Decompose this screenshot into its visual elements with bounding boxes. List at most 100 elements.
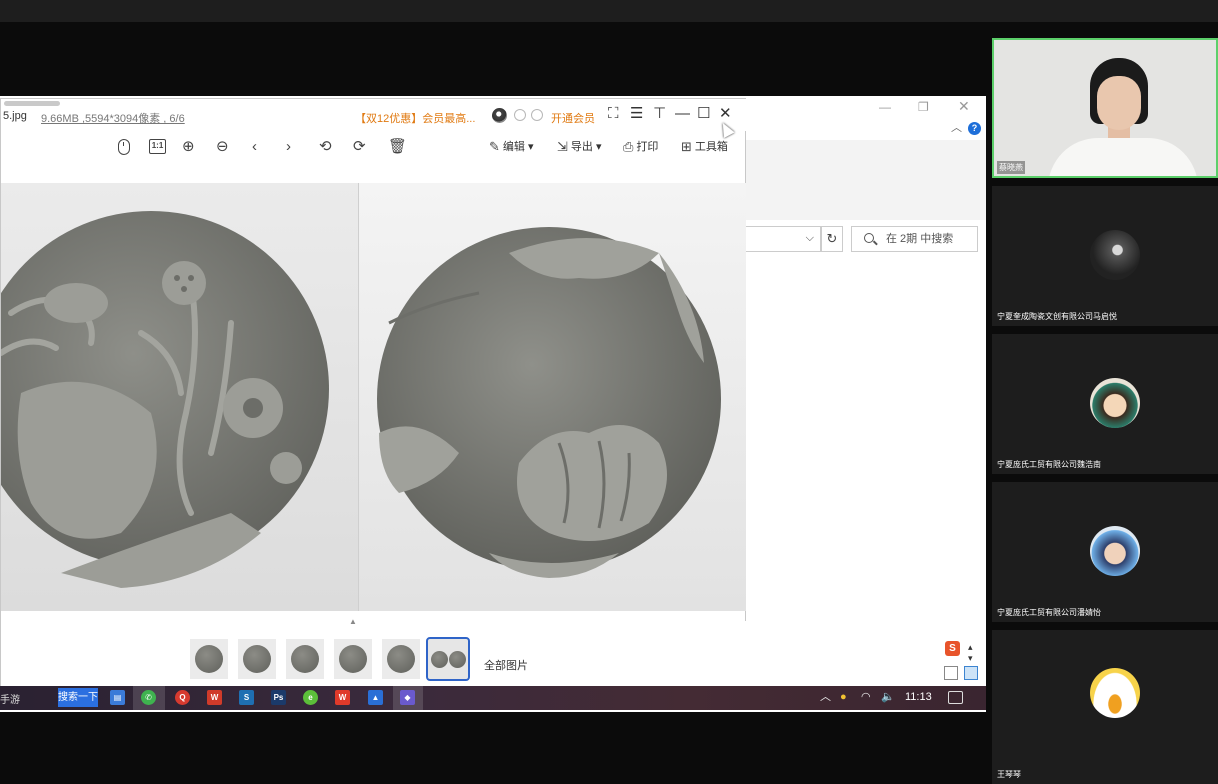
participant-name: 蔡晓燕 <box>997 161 1025 174</box>
close-icon[interactable]: ✕ <box>958 98 970 115</box>
participant-tile[interactable]: 宁夏庞氏工贸有限公司潘婧怡 <box>992 482 1218 622</box>
export-icon: ⇲ <box>557 139 568 154</box>
volume-icon[interactable]: 🔈 <box>881 690 895 705</box>
qq-app-icon[interactable]: Q <box>175 690 190 705</box>
clay-relief-lotus-plate <box>377 227 721 578</box>
network-icon[interactable]: ◠ <box>861 690 871 705</box>
participant-name: 王琴琴 <box>997 770 1021 779</box>
toolbox-button[interactable]: ⊞ 工具箱 <box>681 139 728 155</box>
large-icons-view-icon[interactable] <box>964 666 978 680</box>
avatar <box>1090 230 1140 280</box>
help-icon[interactable]: ? <box>968 122 981 135</box>
search-placeholder: 在 2期 中搜索 <box>886 233 954 245</box>
zoom-in-icon[interactable]: ⊕ <box>182 137 195 157</box>
user-avatar-icon[interactable] <box>492 108 507 123</box>
mouse-mode-icon[interactable] <box>118 139 130 155</box>
explorer-ribbon <box>746 140 986 220</box>
rotate-left-icon[interactable]: ⟲ <box>319 137 332 157</box>
participant-tile[interactable]: 宁夏奎成陶瓷文创有限公司马启悦 <box>992 186 1218 326</box>
thumbnail[interactable] <box>286 639 324 679</box>
edit-icon: ✎ <box>489 139 500 154</box>
restore-icon[interactable]: ❐ <box>918 100 929 114</box>
thumbnail[interactable] <box>334 639 372 679</box>
previous-icon[interactable]: ‹ <box>252 137 257 157</box>
start-label[interactable]: 手游 <box>0 691 20 706</box>
edit-button[interactable]: ✎ 编辑 ▾ <box>489 139 533 155</box>
participant-name: 宁夏庞氏工贸有限公司潘婧怡 <box>997 608 1101 617</box>
open-vip-link[interactable]: 开通会员 <box>551 110 595 126</box>
participant-tile[interactable]: 宁夏庞氏工贸有限公司魏浩南 <box>992 334 1218 474</box>
minimize-icon[interactable]: — <box>879 100 891 114</box>
photo-right-panel <box>359 183 746 611</box>
avatar <box>1090 378 1140 428</box>
delete-icon[interactable]: 🗑 <box>388 137 407 157</box>
collapse-strip-icon[interactable]: ▲ <box>349 617 357 626</box>
thumbnail-selected[interactable] <box>426 637 470 681</box>
promo-link[interactable]: 【双12优惠】会员最高... <box>355 110 475 126</box>
actual-size-button[interactable]: 1:1 <box>149 139 166 154</box>
viewer-toolbar: 1:1 ⊕ ⊖ ‹ › ⟲ ⟳ 🗑 ✎ 编辑 ▾ ⇲ 导出 ▾ ⎙ 打印 ⊞ 工具箱 <box>1 131 746 165</box>
refresh-button[interactable]: ↻ <box>821 226 843 252</box>
photo-canvas[interactable] <box>1 183 746 611</box>
participant-name: 宁夏庞氏工贸有限公司魏浩南 <box>997 460 1101 469</box>
photo-left-panel <box>1 183 358 611</box>
thumbnail[interactable] <box>190 639 228 679</box>
taskbar: 手游 搜索一下 ▤ ✆ Q W S Ps e W ▲ ◆ ︿ ● ◠ 🔈 11:… <box>0 686 986 710</box>
chevron-down-icon[interactable]: ⌵ <box>806 232 814 245</box>
thumbnail-strip: ▲ 全部图片 <box>1 617 746 688</box>
rotate-right-icon[interactable]: ⟳ <box>353 137 366 157</box>
participant-tile-active[interactable]: 蔡晓燕 <box>992 38 1218 178</box>
address-bar[interactable]: ⌵ <box>746 226 821 252</box>
print-icon: ⎙ <box>623 139 634 154</box>
photos-app-icon[interactable]: ▲ <box>368 690 383 705</box>
print-button[interactable]: ⎙ 打印 <box>623 139 658 155</box>
search-input[interactable]: 在 2期 中搜索 <box>851 226 978 252</box>
browser-app-icon[interactable]: e <box>303 690 318 705</box>
file-info[interactable]: 9.66MB ,5594*3094像素 , 6/6 <box>41 110 185 126</box>
tray-expand-icon[interactable]: ︿ <box>820 690 831 705</box>
photoshop-app-icon[interactable]: Ps <box>271 690 286 705</box>
menu-icon[interactable]: ☰ <box>630 105 643 123</box>
minimize-icon[interactable]: — <box>675 105 690 123</box>
export-button[interactable]: ⇲ 导出 ▾ <box>557 139 601 155</box>
participant-tile[interactable]: 王琴琴 <box>992 630 1218 784</box>
fullscreen-icon[interactable]: ⛶ <box>608 105 619 123</box>
sai-app-icon[interactable]: S <box>239 690 254 705</box>
toolbox-label: 工具箱 <box>694 141 728 153</box>
all-pictures-link[interactable]: 全部图片 <box>484 657 528 673</box>
badge-icon[interactable] <box>514 109 526 121</box>
file-explorer-window: — ❐ ✕ ︿ ? ⌵ ↻ 在 2期 中搜索 S ▴ ▾ <box>745 98 986 688</box>
photo-viewer-window: 5.jpg 9.66MB ,5594*3094像素 , 6/6 【双12优惠】会… <box>0 98 746 688</box>
view-toggle <box>944 664 984 682</box>
wps-office-app-icon[interactable]: W <box>335 690 350 705</box>
export-label: 导出 <box>570 141 593 153</box>
screen: — ❐ ✕ ︿ ? ⌵ ↻ 在 2期 中搜索 S ▴ ▾ 5.jpg 9.66MB… <box>0 0 1218 784</box>
chevron-up-icon[interactable]: ︿ <box>951 119 962 135</box>
thumbnail[interactable] <box>382 639 420 679</box>
ime-arrows-icon[interactable]: ▴ ▾ <box>968 642 973 664</box>
clay-relief-goldfish-lotus <box>1 211 329 588</box>
sogou-ime-icon[interactable]: S <box>945 641 960 656</box>
participant-name: 宁夏奎成陶瓷文创有限公司马启悦 <box>997 312 1117 321</box>
explorer-app-icon[interactable]: ▤ <box>110 690 125 705</box>
pin-icon[interactable]: ⊤ <box>653 105 666 123</box>
print-label: 打印 <box>636 141 659 153</box>
zoom-out-icon[interactable]: ⊖ <box>216 137 229 157</box>
search-button[interactable]: 搜索一下 <box>58 688 98 707</box>
wps-app-icon[interactable]: W <box>207 690 222 705</box>
thumbnail[interactable] <box>238 639 276 679</box>
search-icon <box>864 233 874 243</box>
badge-icon[interactable] <box>531 109 543 121</box>
notifications-icon[interactable] <box>948 691 963 704</box>
meeting-app-icon[interactable]: ◆ <box>400 690 415 705</box>
loading-bar <box>4 101 60 106</box>
wechat-app-icon[interactable]: ✆ <box>141 690 156 705</box>
toolbox-icon: ⊞ <box>681 139 692 154</box>
tray-app-icon[interactable]: ● <box>840 690 847 705</box>
next-icon[interactable]: › <box>286 137 291 157</box>
maximize-icon[interactable]: ☐ <box>697 105 710 123</box>
viewer-title-bar: 5.jpg 9.66MB ,5594*3094像素 , 6/6 【双12优惠】会… <box>1 99 746 131</box>
file-name: 5.jpg <box>3 110 27 122</box>
clock[interactable]: 11:13 <box>905 691 932 703</box>
details-view-icon[interactable] <box>944 666 958 680</box>
